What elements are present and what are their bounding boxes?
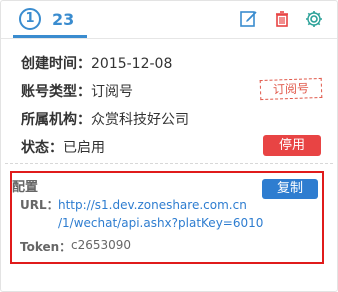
token-label: Token： (20, 240, 72, 254)
card-header: 1 23 (1, 1, 337, 39)
url-line-2: /1/wechat/api.ashx?platKey=6010 (58, 216, 264, 230)
gear-icon[interactable] (304, 9, 324, 29)
disable-button[interactable]: 停用 (263, 135, 321, 156)
status-value: 已启用 (63, 140, 105, 156)
config-title: 配置 (12, 180, 39, 195)
header-underline (13, 35, 87, 38)
status-label: 状态： (21, 140, 63, 156)
count-label: 23 (52, 10, 75, 29)
subscription-stamp: 订阅号 (259, 77, 323, 101)
account-type-value: 订阅号 (91, 84, 133, 100)
account-type-label: 账号类型： (21, 84, 91, 100)
created-time-row: 创建时间：2015-12-08 (21, 53, 172, 73)
created-time-label: 创建时间： (21, 56, 91, 72)
organization-value: 众赏科技好公司 (91, 112, 189, 128)
token-value: c2653090 (71, 238, 132, 252)
section-divider (5, 163, 333, 164)
index-badge: 1 (19, 8, 41, 30)
url-link[interactable]: http://s1.dev.zoneshare.com.cn /1/wechat… (58, 196, 278, 232)
account-type-row: 账号类型：订阅号 (21, 81, 133, 101)
organization-row: 所属机构：众赏科技好公司 (21, 109, 189, 129)
url-line-1: http://s1.dev.zoneshare.com.cn (58, 198, 247, 212)
created-time-value: 2015-12-08 (91, 56, 173, 72)
url-label: URL： (20, 198, 59, 212)
organization-label: 所属机构： (21, 112, 91, 128)
trash-icon[interactable] (272, 9, 292, 29)
status-row: 状态：已启用 (21, 137, 105, 157)
edit-icon[interactable] (239, 9, 259, 29)
